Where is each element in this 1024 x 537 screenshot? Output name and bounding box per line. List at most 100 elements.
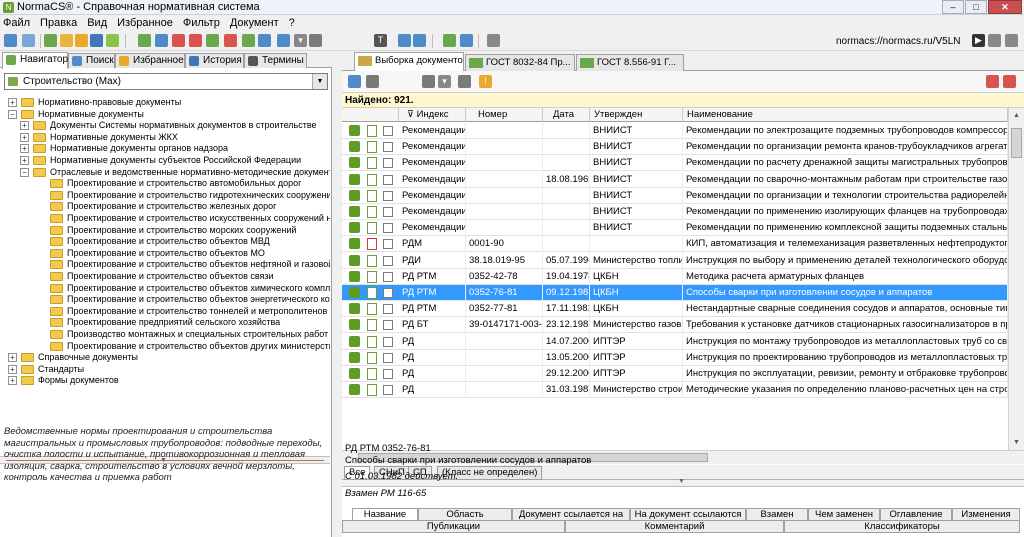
dropdown-icon[interactable]: ▾ (294, 34, 307, 47)
scroll-thumb[interactable] (1011, 128, 1022, 158)
check-icon[interactable] (443, 34, 456, 47)
close-all-icon[interactable] (1003, 75, 1016, 88)
menu-file[interactable]: Файл (3, 17, 30, 29)
row-checkbox[interactable] (383, 336, 393, 347)
row-checkbox[interactable] (383, 369, 393, 379)
row-checkbox[interactable] (383, 190, 393, 201)
expand-icon[interactable]: + (20, 121, 29, 131)
tab-history[interactable]: История (185, 53, 244, 68)
star-icon[interactable] (75, 34, 88, 47)
table-row[interactable]: Рекомендации ВНИИСТ Рекомендации по органи… (342, 187, 1008, 204)
menu-favorites[interactable]: Избранное (117, 17, 173, 29)
row-checkbox[interactable] (383, 385, 393, 396)
tree-icon[interactable] (44, 34, 57, 47)
menu-view[interactable]: Вид (87, 17, 107, 29)
doc-red-icon[interactable] (172, 34, 185, 47)
row-checkbox[interactable] (383, 271, 393, 282)
row-checkbox[interactable] (383, 288, 393, 298)
chevron-down-icon[interactable]: ▼ (312, 74, 327, 89)
copy-icon[interactable] (988, 34, 1001, 47)
table-row[interactable]: Рекомендации ВНИИСТ Рекомендации по электр… (342, 123, 1008, 139)
doc-red2-icon[interactable] (189, 34, 202, 47)
search-icon[interactable] (422, 75, 435, 88)
pen-icon[interactable] (487, 34, 500, 47)
row-checkbox[interactable] (383, 352, 393, 363)
menu-document[interactable]: Документ (230, 17, 279, 29)
table-row[interactable]: РД РТМ 0352-76-81 09.12.1981 ЦКБН Способы св… (342, 285, 1008, 301)
grid2-icon[interactable] (413, 34, 426, 47)
doc-green2-icon[interactable] (206, 34, 219, 47)
menu-filter[interactable]: Фильтр (183, 17, 220, 29)
table-row[interactable]: РД РТМ 0352-42-78 19.04.1978 ЦКБН Методика р… (342, 268, 1008, 285)
row-checkbox[interactable] (383, 255, 393, 266)
table-row[interactable]: РДИ 38.18.019-95 05.07.1996 Министерство то… (342, 252, 1008, 269)
table-row[interactable]: РД БТ39-0147171-003-8823.12.1987Министер… (342, 317, 1008, 334)
expand-icon[interactable]: + (20, 156, 29, 165)
table-row[interactable]: Рекомендации ВНИИСТ Рекомендации по примен… (342, 220, 1008, 237)
doc-gray-icon[interactable] (309, 34, 322, 47)
table-row[interactable]: РДМ 0001-90 КИП, автоматизация и телемехан… (342, 236, 1008, 253)
doc-green-icon[interactable] (138, 34, 151, 47)
expand-icon[interactable]: + (8, 98, 17, 107)
refresh-icon[interactable] (460, 34, 473, 47)
row-checkbox[interactable] (383, 239, 393, 250)
maximize-button[interactable]: □ (965, 0, 987, 14)
book-icon[interactable] (106, 34, 119, 47)
back-icon[interactable] (22, 34, 35, 47)
table-row[interactable]: Рекомендации 18.08.1969 ВНИИСТ Рекомендации… (342, 171, 1008, 188)
expand-icon[interactable]: + (20, 144, 29, 154)
table-row[interactable]: РД 29.12.2000 ИПТЭР Инструкция по эксплуата… (342, 366, 1008, 382)
expand-icon[interactable]: + (20, 132, 29, 142)
scroll-up-icon[interactable]: ▲ (1009, 108, 1024, 123)
vertical-scrollbar[interactable]: ▲ ▼ (1008, 108, 1024, 450)
collapse-icon[interactable]: − (8, 109, 17, 119)
tab-terms[interactable]: Термины (244, 53, 307, 68)
menu-help[interactable]: ? (289, 17, 295, 29)
tab-document-selection[interactable]: Выборка документов (354, 52, 464, 72)
tab-gost-8032[interactable]: ГОСТ 8032-84 Пр... (465, 54, 575, 71)
table-row[interactable]: РД 31.03.1987 Министерство строи... Методич… (342, 382, 1008, 399)
row-checkbox[interactable] (383, 142, 393, 153)
doc-blue-icon[interactable] (155, 34, 168, 47)
doc-view-icon[interactable] (258, 34, 271, 47)
column-number[interactable]: Номер (466, 108, 543, 122)
table-row[interactable]: Рекомендации ВНИИСТ Рекомендации по расчет… (342, 155, 1008, 172)
tab-navigator[interactable]: Навигатор (2, 52, 68, 69)
address-url[interactable]: normacs://normacs.ru/V5LN (836, 36, 961, 47)
row-checkbox[interactable] (383, 158, 393, 169)
column-date[interactable]: Дата (543, 108, 590, 122)
row-checkbox[interactable] (383, 320, 393, 331)
minimize-button[interactable]: – (942, 0, 964, 14)
tab-favorites[interactable]: Избранное (115, 53, 185, 68)
column-index[interactable]: ⊽ Индекс (399, 108, 466, 122)
close-button[interactable]: ✕ (988, 0, 1022, 14)
section-select[interactable]: Строительство (Max) ▼ (4, 73, 328, 90)
expand-icon[interactable]: + (8, 353, 17, 363)
table-row[interactable]: Рекомендации ВНИИСТ Рекомендации по органи… (342, 139, 1008, 156)
doc-list-icon[interactable] (242, 34, 255, 47)
columns-icon[interactable] (366, 75, 379, 88)
table-row[interactable]: РД 14.07.2000 ИПТЭР Инструкция по монтажу т… (342, 333, 1008, 350)
table-row[interactable]: РД РТМ 0352-77-81 17.11.1981 ЦКБН Нестандарт… (342, 301, 1008, 318)
table-row[interactable]: Рекомендации ВНИИСТ Рекомендации по примен… (342, 204, 1008, 220)
print-icon[interactable] (458, 75, 471, 88)
tab-comment[interactable]: Комментарий (565, 520, 784, 533)
close-doc-icon[interactable] (986, 75, 999, 88)
row-checkbox[interactable] (383, 126, 393, 136)
dropdown-icon[interactable]: ▾ (438, 75, 451, 88)
text-icon[interactable]: T (374, 34, 387, 47)
play-icon[interactable]: ▶ (972, 34, 985, 47)
print-icon[interactable] (277, 34, 290, 47)
warning-icon[interactable]: ! (479, 75, 492, 88)
table-row[interactable]: РД 13.05.2000 ИПТЭР Инструкция по проектиро… (342, 349, 1008, 366)
doc-red3-icon[interactable] (224, 34, 237, 47)
row-checkbox[interactable] (383, 223, 393, 234)
grid-icon[interactable] (398, 34, 411, 47)
column-approved[interactable]: Утвержден (590, 108, 683, 122)
home-icon[interactable] (4, 34, 17, 47)
row-checkbox[interactable] (383, 304, 393, 315)
expand-icon[interactable]: + (8, 364, 17, 374)
tab-gost-8556[interactable]: ГОСТ 8.556-91 Г... (576, 54, 684, 71)
column-name[interactable]: Наименование (683, 108, 1008, 122)
tab-search[interactable]: Поиск (68, 53, 115, 68)
